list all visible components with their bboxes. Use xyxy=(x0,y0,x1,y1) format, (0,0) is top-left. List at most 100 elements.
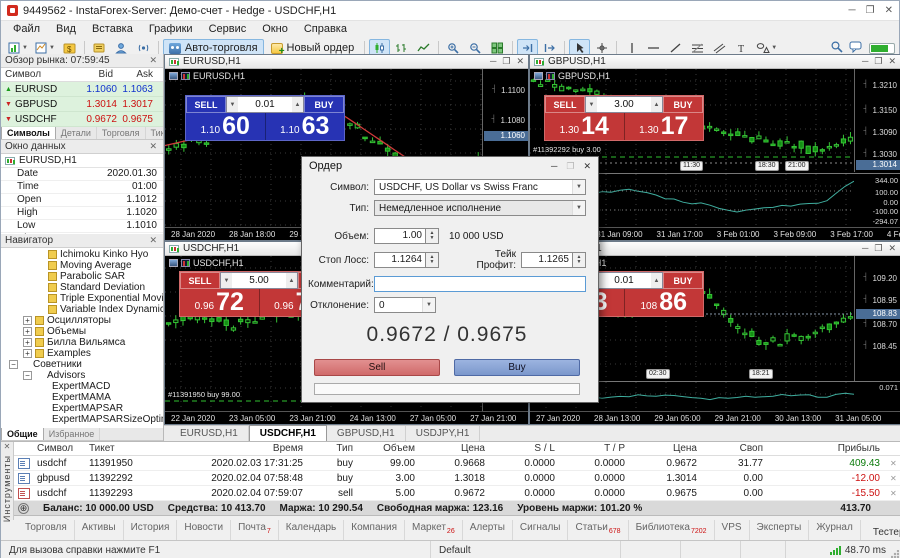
menu-item[interactable]: Графики xyxy=(141,22,201,36)
symbol-select[interactable]: USDCHF, US Dollar vs Swiss Franc▼ xyxy=(374,179,586,195)
market-watch-row[interactable]: ▼GBPUSD 1.3014 1.3017 xyxy=(1,97,163,112)
chart-maximize-icon[interactable]: ❐ xyxy=(874,56,882,67)
tree-expander-icon[interactable]: + xyxy=(23,338,32,347)
toolbox-tab[interactable]: Почта7 xyxy=(231,520,279,540)
buy-button[interactable]: BUY xyxy=(304,96,344,113)
navigator-tab[interactable]: Общие xyxy=(1,428,44,440)
lot-stepper[interactable]: ▼5.00▲ xyxy=(220,272,298,289)
stop-loss-stepper[interactable]: ▲▼ xyxy=(426,252,439,268)
navigator-item[interactable]: + Объемы xyxy=(1,326,163,337)
menu-item[interactable]: Вставка xyxy=(84,22,141,36)
chart-titlebar[interactable]: GBPUSD,H1 ─❐✕ xyxy=(530,55,900,69)
navigator-item[interactable]: Parabolic SAR xyxy=(1,271,163,282)
volume-input[interactable]: 1.00 xyxy=(374,228,426,244)
column-ask[interactable]: Ask xyxy=(117,68,163,81)
close-position-icon[interactable]: ✕ xyxy=(885,489,900,498)
sell-button[interactable]: SELL xyxy=(180,272,220,289)
column-swap[interactable]: Своп xyxy=(702,443,768,454)
tree-expander-icon[interactable]: + xyxy=(23,316,32,325)
menu-item[interactable]: Справка xyxy=(296,22,355,36)
close-position-icon[interactable]: ✕ xyxy=(885,474,900,483)
lot-stepper[interactable]: ▼0.01▲ xyxy=(226,96,304,113)
navigator-tab[interactable]: Избранное xyxy=(44,428,101,440)
column-price[interactable]: Цена xyxy=(420,443,490,454)
navigator-item[interactable]: Standard Deviation xyxy=(1,282,163,293)
navigator-close-icon[interactable]: ✕ xyxy=(147,235,159,246)
column-time[interactable]: Время xyxy=(168,443,308,454)
market-watch-row[interactable]: ▲EURUSD 1.1060 1.1063 xyxy=(1,82,163,97)
lot-decrease-icon[interactable]: ▼ xyxy=(227,97,238,112)
one-click-trading-icon[interactable] xyxy=(546,72,555,80)
buy-button[interactable]: Buy xyxy=(454,359,580,376)
column-profit[interactable]: Прибыль xyxy=(768,443,885,454)
close-position-icon[interactable]: ✕ xyxy=(885,459,900,468)
volume-stepper[interactable]: ▲▼ xyxy=(426,228,439,244)
position-row[interactable]: usdchf 11392293 2020.02.04 07:59:07 sell… xyxy=(14,486,900,501)
toolbox-tab[interactable]: Библиотека7202 xyxy=(629,520,715,540)
lot-decrease-icon[interactable]: ▼ xyxy=(221,273,232,288)
market-watch-close-icon[interactable]: ✕ xyxy=(147,55,159,66)
chevron-down-icon[interactable]: ▼ xyxy=(572,180,585,194)
toolbox-tab[interactable]: Календарь xyxy=(279,520,344,540)
column-tp[interactable]: T / P xyxy=(560,443,630,454)
order-type-select[interactable]: Немедленное исполнение▼ xyxy=(374,200,586,216)
lot-value[interactable]: 3.00 xyxy=(597,99,651,110)
column-type[interactable]: Тип xyxy=(308,443,358,454)
lot-value[interactable]: 0.01 xyxy=(238,99,292,110)
chart-minimize-icon[interactable]: ─ xyxy=(862,243,868,254)
navigator-item[interactable]: + Examples xyxy=(1,348,163,359)
navigator-item[interactable]: ExpertMACD xyxy=(1,381,163,392)
sell-button[interactable]: SELL xyxy=(186,96,226,113)
chart-tab[interactable]: USDCHF,H1 xyxy=(249,425,327,441)
toolbox-tab[interactable]: Эксперты xyxy=(750,520,810,540)
buy-button[interactable]: BUY xyxy=(663,272,703,289)
stop-loss-input[interactable]: 1.1264 xyxy=(374,252,426,268)
toolbox-tab[interactable]: Алерты xyxy=(463,520,513,540)
depth-of-market-icon[interactable] xyxy=(169,72,178,80)
position-row[interactable]: usdchf 11391950 2020.02.03 17:31:25 buy … xyxy=(14,456,900,471)
chart-tab[interactable]: USDJPY,H1 xyxy=(406,426,481,441)
connection-latency[interactable]: 48.70 ms xyxy=(786,541,900,558)
navigator-item[interactable]: ExpertMAPSAR xyxy=(1,403,163,414)
chart-minimize-icon[interactable]: ─ xyxy=(862,56,868,67)
menu-item[interactable]: Сервис xyxy=(201,22,255,36)
navigator-item[interactable]: Variable Index Dynamic A xyxy=(1,304,163,315)
chevron-down-icon[interactable]: ▼ xyxy=(422,298,435,312)
chart-titlebar[interactable]: EURUSD,H1 ─❐✕ xyxy=(165,55,528,69)
column-current-price[interactable]: Цена xyxy=(630,443,702,454)
navigator-item[interactable]: + Осцилляторы xyxy=(1,315,163,326)
chevron-down-icon[interactable]: ▼ xyxy=(572,201,585,215)
tree-expander-icon[interactable]: − xyxy=(9,360,18,369)
market-watch-tab[interactable]: Тики xyxy=(146,127,164,139)
column-ticket[interactable]: Тикет xyxy=(84,443,168,454)
tree-expander-icon[interactable]: + xyxy=(23,327,32,336)
take-profit-input[interactable]: 1.1265 xyxy=(521,252,573,268)
lot-value[interactable]: 0.01 xyxy=(597,275,651,286)
comment-input[interactable] xyxy=(374,276,586,292)
toolbox-tab[interactable]: Журнал xyxy=(809,520,861,540)
toolbox-tab[interactable]: Активы xyxy=(75,520,124,540)
close-window-button[interactable]: ✕ xyxy=(885,5,893,16)
depth-of-market-icon[interactable] xyxy=(169,259,178,267)
dialog-close-icon[interactable]: ✕ xyxy=(583,161,591,172)
toolbox-tab[interactable]: История xyxy=(124,520,178,540)
deviation-select[interactable]: 0▼ xyxy=(374,297,436,313)
column-volume[interactable]: Объем xyxy=(358,443,420,454)
toolbox-tab[interactable]: Торговля xyxy=(18,520,75,540)
navigator-item[interactable]: − Советники xyxy=(1,359,163,370)
profile-name[interactable]: Default xyxy=(431,541,621,558)
data-window-close-icon[interactable]: ✕ xyxy=(147,141,159,152)
tree-expander-icon[interactable]: + xyxy=(23,349,32,358)
navigator-item[interactable]: ExpertMAPSARSizeOptim xyxy=(1,414,163,425)
lot-decrease-icon[interactable]: ▼ xyxy=(586,97,597,112)
buy-button[interactable]: BUY xyxy=(663,96,703,113)
chart-minimize-icon[interactable]: ─ xyxy=(490,56,496,67)
navigator-item[interactable]: Triple Exponential Movin xyxy=(1,293,163,304)
market-watch-tab[interactable]: Детали xyxy=(56,127,97,139)
tree-expander-icon[interactable]: − xyxy=(23,371,32,380)
menu-item[interactable]: Окно xyxy=(254,22,296,36)
navigator-item[interactable]: + Билла Вильямса xyxy=(1,337,163,348)
dialog-minimize-icon[interactable]: ─ xyxy=(551,161,557,172)
order-dialog-titlebar[interactable]: Ордер ─❐✕ xyxy=(302,157,598,175)
lot-value[interactable]: 5.00 xyxy=(232,275,286,286)
